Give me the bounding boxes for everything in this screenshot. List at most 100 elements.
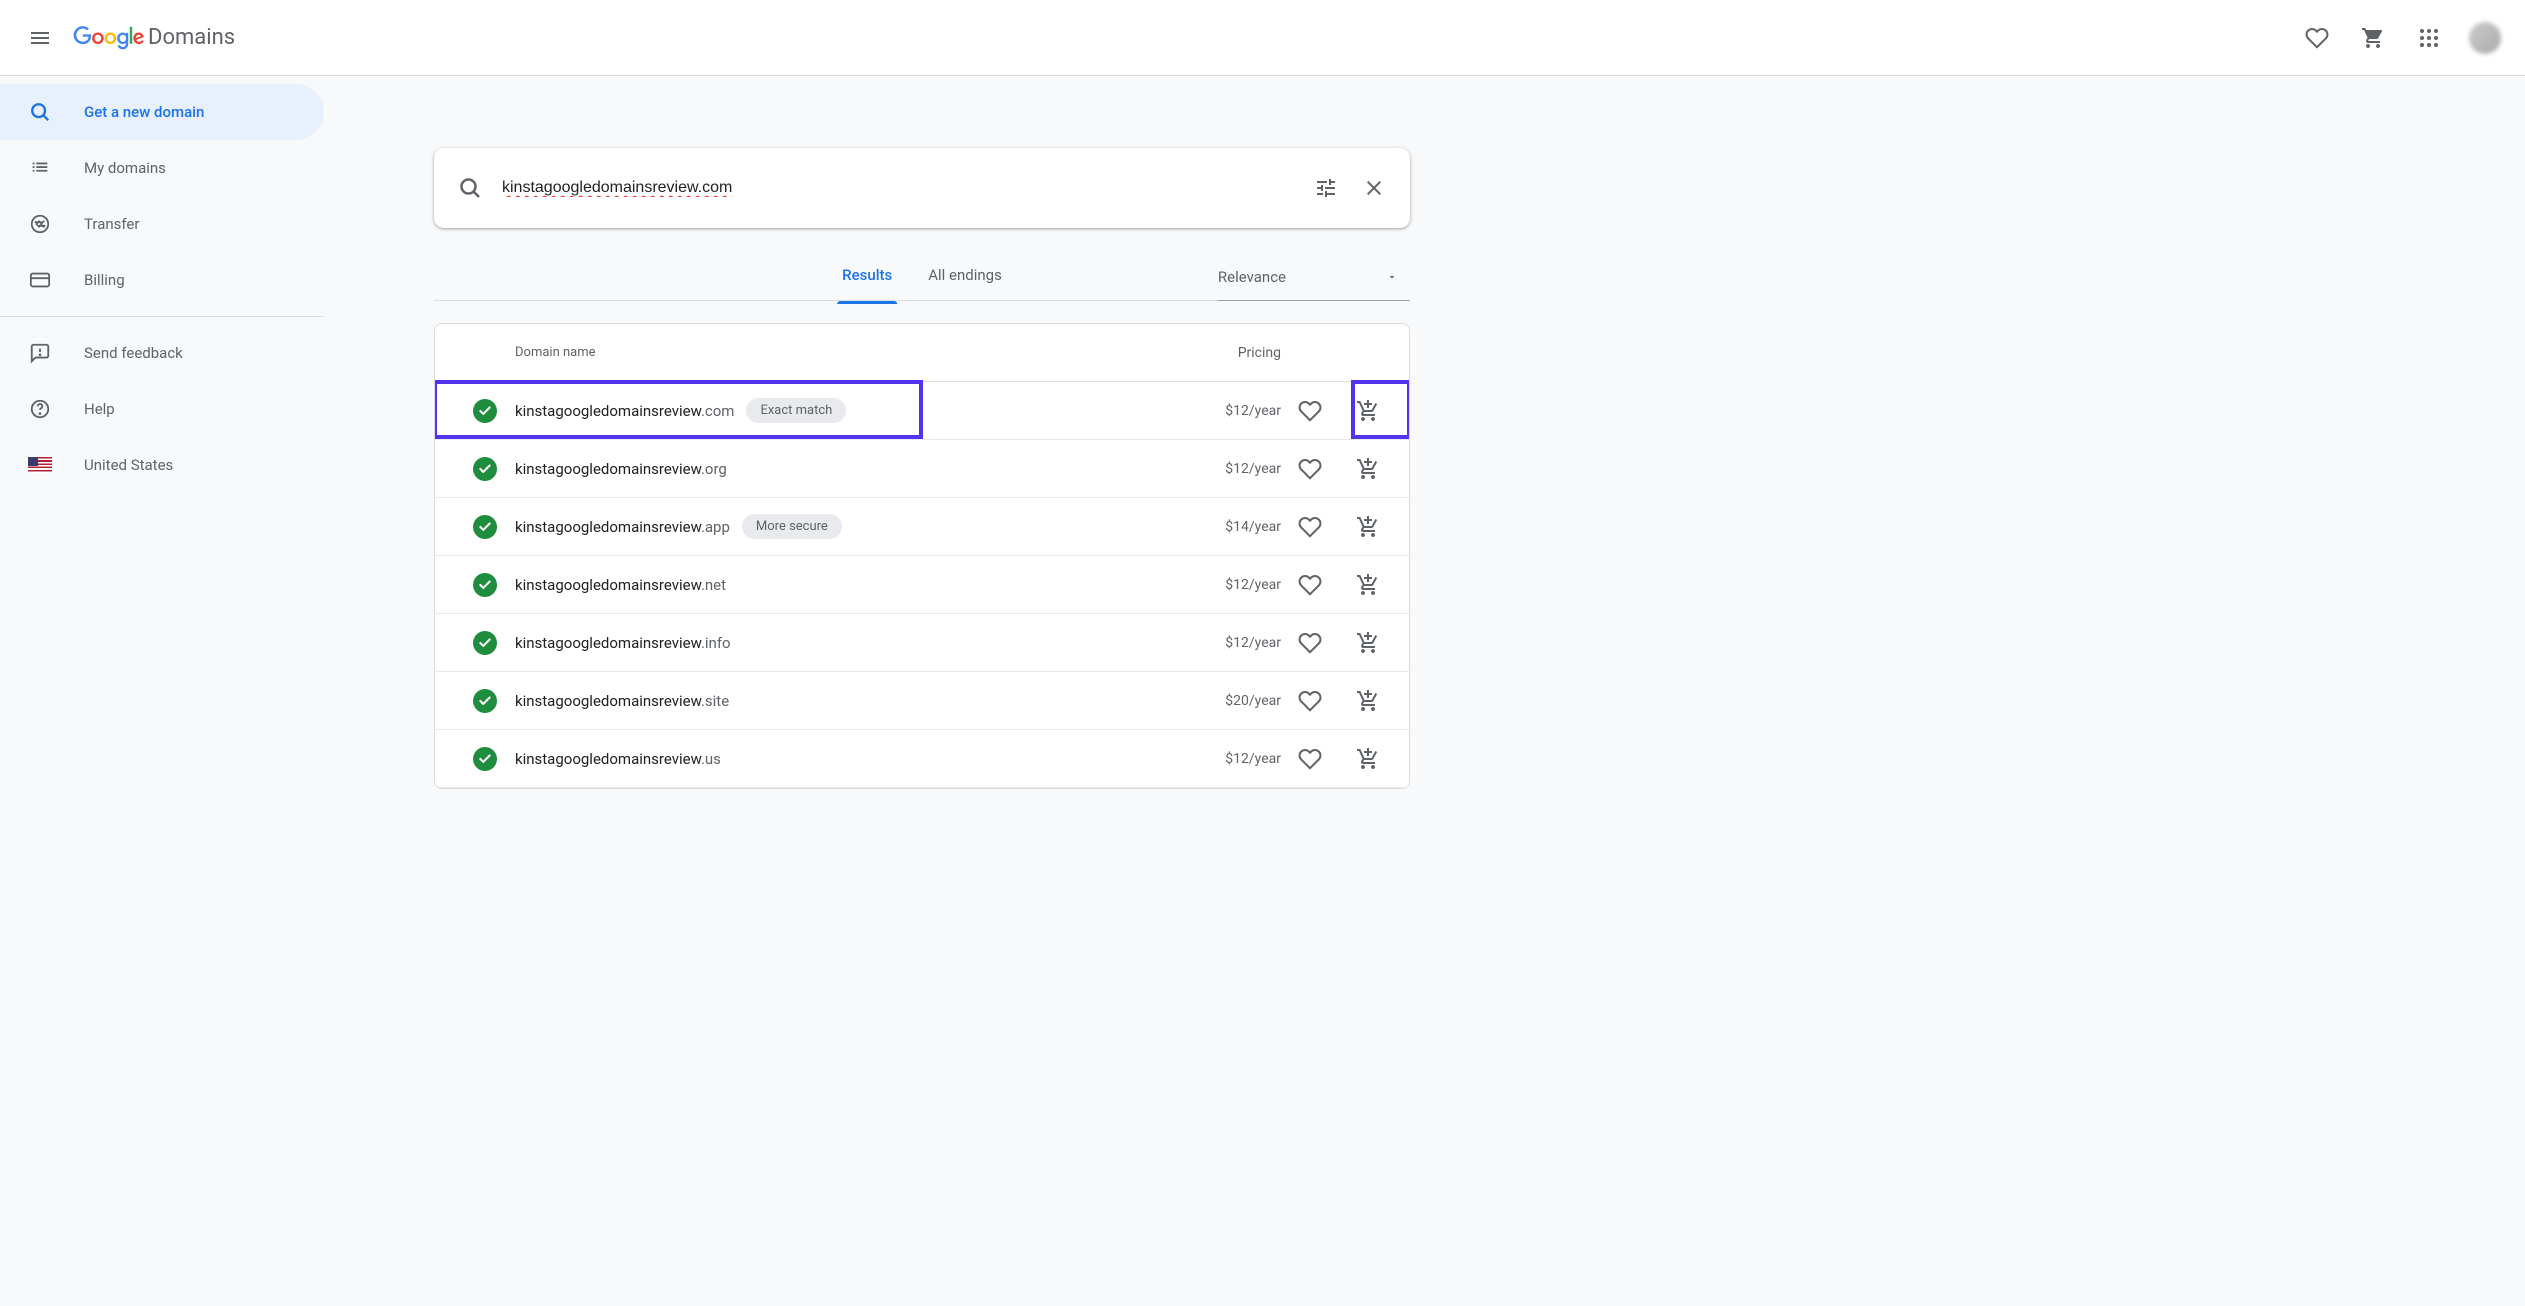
availability-status: [455, 515, 515, 539]
sidebar-item-region[interactable]: United States: [0, 437, 324, 493]
availability-status: [455, 399, 515, 423]
dropdown-arrow-icon: [1386, 271, 1398, 283]
logo-product-name: Domains: [148, 25, 235, 50]
domain-name-text: kinstagoogledomainsreview.org: [515, 460, 727, 478]
feedback-icon: [28, 342, 52, 364]
domain-price: $12/year: [1191, 461, 1281, 477]
domain-price: $12/year: [1191, 403, 1281, 419]
table-header: Domain name Pricing: [435, 324, 1409, 382]
domain-search-bar: [434, 148, 1410, 228]
favorites-button[interactable]: [2293, 14, 2341, 62]
domain-name-text: kinstagoogledomainsreview.us: [515, 750, 721, 768]
availability-status: [455, 631, 515, 655]
sidebar-item-get-domain[interactable]: Get a new domain: [0, 84, 324, 140]
add-to-cart-button[interactable]: [1348, 565, 1388, 605]
google-domains-logo[interactable]: Domains: [72, 25, 235, 50]
apps-grid-icon: [2417, 26, 2441, 50]
google-logo-icon: [72, 26, 146, 50]
cart-button[interactable]: [2349, 14, 2397, 62]
add-to-cart-button[interactable]: [1348, 507, 1388, 547]
tab-all-endings[interactable]: All endings: [910, 266, 1020, 302]
cart-icon: [2361, 26, 2385, 50]
table-row[interactable]: kinstagoogledomainsreview.info $12/year: [435, 614, 1409, 672]
sidebar-item-label: Transfer: [84, 215, 139, 233]
sidebar-item-help[interactable]: Help: [0, 381, 324, 437]
add-to-cart-button[interactable]: [1348, 449, 1388, 489]
transfer-icon: [28, 213, 52, 235]
sidebar: Get a new domain My domains Transfer Bil…: [0, 76, 324, 1306]
tune-icon: [1314, 176, 1338, 200]
results-controls: Results All endings Relevance: [434, 268, 1410, 301]
sidebar-item-label: United States: [84, 456, 173, 474]
hamburger-icon: [28, 26, 52, 50]
sort-dropdown[interactable]: Relevance: [1218, 268, 1410, 301]
credit-card-icon: [28, 269, 52, 291]
hamburger-menu-button[interactable]: [16, 14, 64, 62]
domain-price: $12/year: [1191, 635, 1281, 651]
domain-name-text: kinstagoogledomainsreview.site: [515, 692, 729, 710]
domain-search-input[interactable]: [502, 179, 1302, 197]
domain-name-text: kinstagoogledomainsreview.net: [515, 576, 726, 594]
sidebar-item-billing[interactable]: Billing: [0, 252, 324, 308]
favorite-button[interactable]: [1290, 681, 1330, 721]
sidebar-item-transfer[interactable]: Transfer: [0, 196, 324, 252]
table-row[interactable]: kinstagoogledomainsreview.app More secur…: [435, 498, 1409, 556]
filter-button[interactable]: [1302, 164, 1350, 212]
apps-button[interactable]: [2405, 14, 2453, 62]
sidebar-item-label: My domains: [84, 159, 166, 177]
clear-search-button[interactable]: [1350, 164, 1398, 212]
app-header: Domains: [0, 0, 2525, 76]
sidebar-item-label: Help: [84, 400, 115, 418]
main-content: Results All endings Relevance Domain nam…: [324, 76, 2525, 1306]
favorite-button[interactable]: [1290, 449, 1330, 489]
check-icon: [473, 747, 497, 771]
add-to-cart-button[interactable]: [1348, 739, 1388, 779]
domain-name-text: kinstagoogledomainsreview.info: [515, 634, 731, 652]
sort-label: Relevance: [1218, 268, 1286, 286]
tab-results[interactable]: Results: [824, 266, 910, 302]
domain-name-text: kinstagoogledomainsreview.app: [515, 518, 730, 536]
domain-badge: More secure: [742, 514, 842, 539]
check-icon: [473, 689, 497, 713]
domain-name-text: kinstagoogledomainsreview.com: [515, 402, 734, 420]
account-avatar[interactable]: [2469, 22, 2501, 54]
sidebar-item-label: Send feedback: [84, 344, 183, 362]
domain-price: $12/year: [1191, 577, 1281, 593]
list-icon: [28, 157, 52, 179]
check-icon: [473, 573, 497, 597]
domain-price: $14/year: [1191, 519, 1281, 535]
check-icon: [473, 399, 497, 423]
add-to-cart-button[interactable]: [1348, 681, 1388, 721]
help-icon: [28, 398, 52, 420]
favorite-button[interactable]: [1290, 565, 1330, 605]
results-tabs: Results All endings: [824, 266, 1020, 302]
favorite-button[interactable]: [1290, 623, 1330, 663]
sidebar-item-my-domains[interactable]: My domains: [0, 140, 324, 196]
check-icon: [473, 457, 497, 481]
availability-status: [455, 457, 515, 481]
column-pricing: Pricing: [1191, 345, 1281, 361]
sidebar-item-label: Get a new domain: [84, 103, 204, 121]
sidebar-item-feedback[interactable]: Send feedback: [0, 325, 324, 381]
domain-price: $12/year: [1191, 751, 1281, 767]
availability-status: [455, 747, 515, 771]
table-row[interactable]: kinstagoogledomainsreview.us $12/year: [435, 730, 1409, 788]
add-to-cart-button[interactable]: [1348, 623, 1388, 663]
close-icon: [1362, 176, 1386, 200]
table-row[interactable]: kinstagoogledomainsreview.com Exact matc…: [435, 382, 1409, 440]
add-to-cart-button[interactable]: [1348, 391, 1388, 431]
table-row[interactable]: kinstagoogledomainsreview.org $12/year: [435, 440, 1409, 498]
heart-icon: [2305, 26, 2329, 50]
favorite-button[interactable]: [1290, 391, 1330, 431]
check-icon: [473, 631, 497, 655]
favorite-button[interactable]: [1290, 507, 1330, 547]
domain-price: $20/year: [1191, 693, 1281, 709]
us-flag-icon: [28, 457, 52, 473]
favorite-button[interactable]: [1290, 739, 1330, 779]
domain-badge: Exact match: [746, 398, 846, 423]
search-icon: [446, 164, 494, 212]
availability-status: [455, 573, 515, 597]
table-row[interactable]: kinstagoogledomainsreview.net $12/year: [435, 556, 1409, 614]
search-icon: [28, 101, 52, 123]
table-row[interactable]: kinstagoogledomainsreview.site $20/year: [435, 672, 1409, 730]
